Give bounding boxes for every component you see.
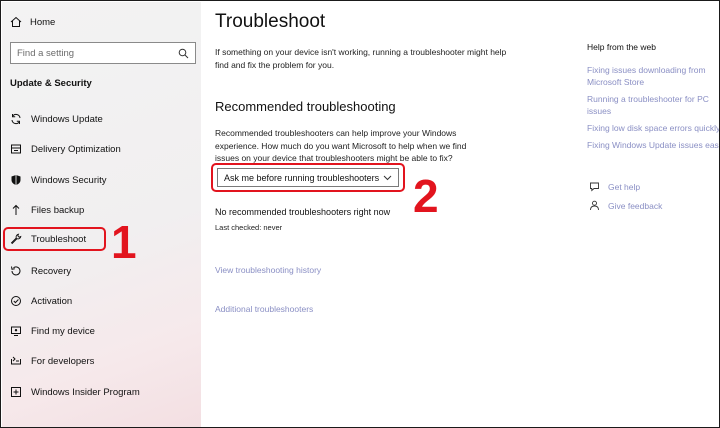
search-input[interactable] (17, 47, 167, 59)
sidebar: Home Update & Security Windows Update De… (2, 2, 201, 427)
sidebar-item-for-developers[interactable]: For developers (8, 349, 198, 373)
troubleshooter-preference-dropdown[interactable]: Ask me before running troubleshooters (217, 168, 399, 187)
sidebar-item-windows-security[interactable]: Windows Security (8, 168, 198, 192)
backup-icon (12, 204, 20, 215)
last-checked-text: Last checked: never (215, 223, 283, 232)
dropdown-value: Ask me before running troubleshooters (224, 172, 380, 183)
help-title: Help from the web (587, 42, 656, 52)
no-recommendations-text: No recommended troubleshooters right now (215, 207, 391, 217)
troubleshooter-preference-highlight: Ask me before running troubleshooters (211, 163, 405, 192)
home-icon (10, 16, 22, 27)
sidebar-item-label: Activation (31, 295, 73, 307)
find-device-icon (11, 326, 21, 336)
sidebar-item-label: Files backup (31, 204, 85, 216)
sidebar-item-delivery-optimization[interactable]: Delivery Optimization (8, 137, 198, 161)
give-feedback-label: Give feedback (608, 200, 663, 211)
annotation-marker-2: 2 (413, 170, 439, 222)
view-history-link[interactable]: View troubleshooting history (215, 265, 321, 275)
settings-window: Home Update & Security Windows Update De… (0, 0, 720, 428)
get-help-icon (590, 182, 599, 192)
recommended-description: Recommended troubleshooters can help imp… (215, 128, 467, 163)
activation-icon (11, 296, 21, 306)
sidebar-item-label: Find my device (31, 325, 95, 337)
recovery-icon (11, 266, 21, 276)
help-link-store[interactable]: Fixing issues downloading from Microsoft… (587, 64, 717, 88)
feedback-icon (590, 200, 599, 211)
sidebar-item-windows-update[interactable]: Windows Update (8, 107, 198, 131)
insider-icon (11, 387, 21, 397)
sidebar-item-windows-insider-program[interactable]: Windows Insider Program (8, 380, 198, 404)
page-title: Troubleshoot (215, 11, 326, 32)
search-box[interactable] (10, 42, 196, 64)
delivery-icon (11, 144, 21, 154)
help-link-pc-issues[interactable]: Running a troubleshooter for PC issues (587, 93, 717, 117)
sidebar-item-label: Windows Insider Program (31, 386, 140, 398)
section-title: Update & Security (10, 78, 92, 89)
sidebar-item-label: For developers (31, 355, 95, 367)
sync-icon (11, 113, 21, 125)
sidebar-item-recovery[interactable]: Recovery (8, 259, 198, 283)
sidebar-item-troubleshoot[interactable]: Troubleshoot (3, 227, 106, 251)
sidebar-item-label: Windows Update (31, 113, 103, 125)
sidebar-item-find-my-device[interactable]: Find my device (8, 319, 198, 343)
sidebar-item-label: Windows Security (31, 174, 107, 186)
home-label: Home (30, 16, 56, 28)
developer-icon (11, 356, 21, 365)
additional-troubleshooters-link[interactable]: Additional troubleshooters (215, 304, 313, 314)
sidebar-item-label: Delivery Optimization (31, 143, 121, 155)
get-help-label: Get help (608, 181, 641, 192)
get-help-link[interactable]: Get help (589, 181, 640, 192)
shield-icon (11, 175, 21, 185)
home-link[interactable]: Home (10, 16, 55, 28)
chevron-down-icon (383, 175, 392, 181)
recommended-heading: Recommended troubleshooting (215, 99, 396, 114)
wrench-icon (10, 233, 22, 245)
sidebar-item-label: Troubleshoot (31, 233, 87, 245)
sidebar-item-files-backup[interactable]: Files backup (8, 198, 198, 222)
help-link-windows-update[interactable]: Fixing Windows Update issues easily (587, 139, 719, 151)
intro-text: If something on your device isn't workin… (215, 47, 507, 70)
help-link-disk-space[interactable]: Fixing low disk space errors quickly (587, 122, 719, 134)
give-feedback-link[interactable]: Give feedback (589, 200, 662, 211)
sidebar-item-label: Recovery (31, 265, 72, 277)
sidebar-item-activation[interactable]: Activation (8, 289, 198, 313)
annotation-marker-1: 1 (111, 216, 137, 268)
search-icon[interactable] (178, 48, 189, 59)
